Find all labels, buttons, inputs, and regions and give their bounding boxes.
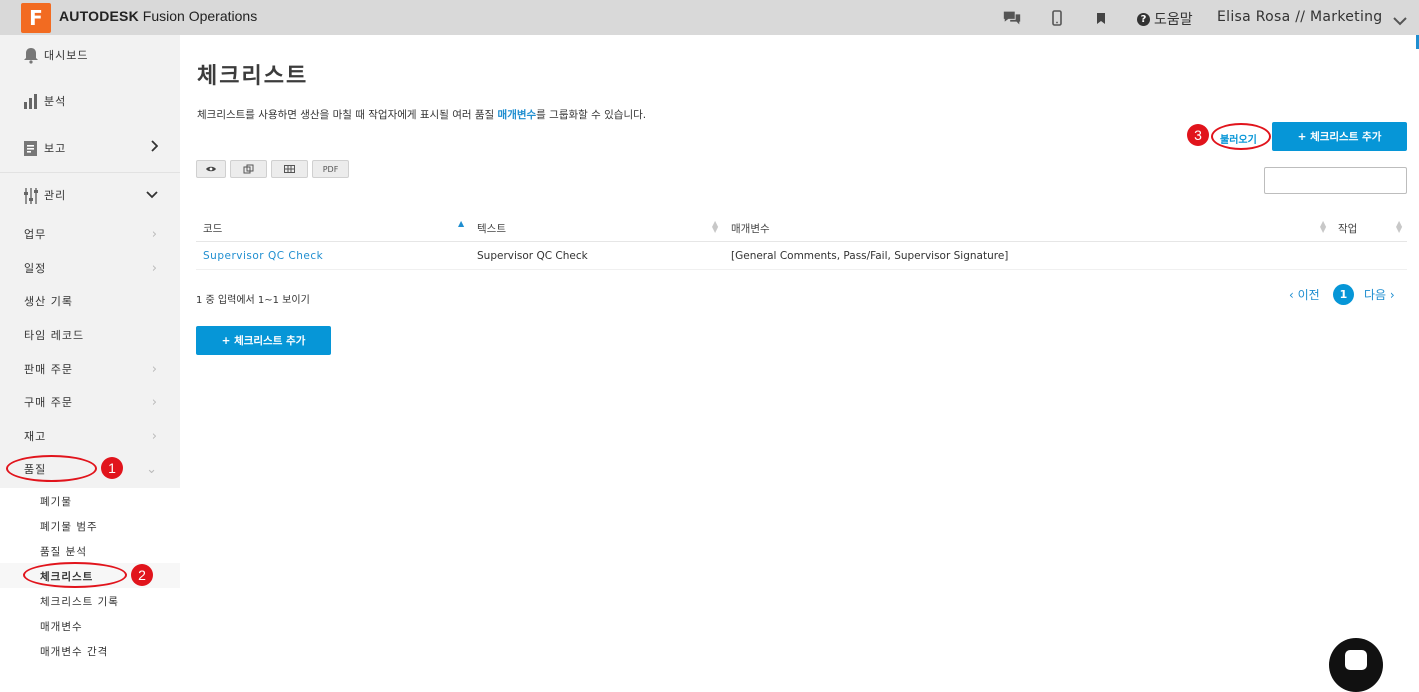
annotation-badge-3: 3 — [1187, 124, 1209, 146]
annotation-oval-checklists — [23, 562, 127, 588]
row-code-link[interactable]: Supervisor QC Check — [203, 250, 323, 262]
pagination-page[interactable]: 1 — [1333, 284, 1354, 305]
sidebar-item-schedule[interactable]: 일정 › — [0, 251, 180, 285]
chevron-right-icon: › — [151, 226, 158, 242]
column-visibility-button[interactable] — [196, 160, 226, 178]
row-parameters: [General Comments, Pass/Fail, Supervisor… — [731, 250, 1009, 262]
sidebar-sub-quality-analysis[interactable]: 품질 분석 — [0, 538, 180, 563]
column-header-text[interactable]: 텍스트 — [477, 221, 506, 236]
copy-icon — [243, 164, 254, 174]
page-description: 체크리스트를 사용하면 생산을 마칠 때 작업자에게 표시될 여러 품질 매개변… — [197, 109, 647, 121]
chevron-right-icon: › — [151, 428, 158, 444]
chat-icon[interactable] — [1002, 8, 1022, 28]
copy-button[interactable] — [230, 160, 267, 178]
sidebar-divider — [0, 172, 180, 173]
help-icon: ? — [1137, 12, 1150, 26]
bell-icon — [23, 47, 39, 67]
sidebar-sub-parameter-intervals[interactable]: 매개변수 간격 — [0, 638, 180, 663]
chevron-down-icon: ⌄ — [146, 461, 158, 477]
sidebar-item-purchase-orders[interactable]: 구매 주문 › — [0, 385, 180, 419]
report-icon — [23, 140, 39, 160]
help-menu[interactable]: ? 도움말 — [1137, 9, 1193, 29]
product-name: Fusion Operations — [142, 8, 258, 24]
support-chat-button[interactable] — [1329, 638, 1383, 692]
chevron-right-icon — [150, 140, 159, 156]
mobile-icon[interactable] — [1047, 8, 1067, 28]
sort-icon[interactable]: ▲ ▼ — [1396, 220, 1402, 234]
eye-icon — [206, 166, 216, 172]
bookmark-icon[interactable] — [1091, 8, 1111, 28]
column-header-actions[interactable]: 작업 — [1338, 221, 1357, 236]
sidebar-item-dashboard[interactable]: 대시보드 — [0, 38, 180, 72]
table-info: 1 중 입력에서 1~1 보이기 — [196, 295, 310, 306]
sidebar-item-time-records[interactable]: 타임 레코드 — [0, 318, 180, 352]
pdf-export-button[interactable]: PDF — [312, 160, 349, 178]
table-icon — [284, 165, 295, 173]
pagination-prev[interactable]: ‹ 이전 — [1289, 286, 1320, 303]
sort-icon[interactable]: ▲ ▼ — [712, 220, 718, 234]
sidebar-sub-scrap[interactable]: 폐기물 — [0, 488, 180, 513]
annotation-badge-2: 2 — [131, 564, 153, 586]
brand-name: AUTODESK — [59, 8, 139, 24]
page-title: 체크리스트 — [197, 64, 309, 89]
sidebar-sub-parameters[interactable]: 매개변수 — [0, 613, 180, 638]
chevron-right-icon: › — [151, 394, 158, 410]
chevron-right-icon: › — [151, 361, 158, 377]
chevron-down-icon[interactable] — [1393, 11, 1407, 30]
sort-asc-icon[interactable]: ▲ — [458, 220, 464, 228]
sidebar-item-admin[interactable]: 관리 — [0, 178, 180, 212]
row-text: Supervisor QC Check — [477, 250, 588, 262]
bar-chart-icon — [23, 93, 39, 113]
sidebar-item-inventory[interactable]: 재고 › — [0, 419, 180, 453]
user-menu[interactable]: Elisa Rosa // Marketing — [1217, 9, 1383, 25]
parameters-link[interactable]: 매개변수 — [498, 109, 537, 121]
search-input[interactable] — [1264, 167, 1407, 194]
fusion-logo[interactable]: F — [21, 3, 51, 33]
help-label: 도움말 — [1154, 12, 1193, 28]
sliders-icon — [23, 187, 39, 208]
chevron-right-icon: › — [151, 260, 158, 276]
sidebar-sub-scrap-categories[interactable]: 폐기물 범주 — [0, 513, 180, 538]
sidebar-item-reports[interactable]: 보고 — [0, 131, 180, 165]
chevron-down-icon — [146, 188, 158, 203]
sort-icon[interactable]: ▲ ▼ — [1320, 220, 1326, 234]
top-bar: F AUTODESK Fusion Operations ? 도움말 Elisa… — [0, 0, 1419, 35]
sidebar-item-tasks[interactable]: 업무 › — [0, 217, 180, 251]
chat-icon — [1345, 650, 1367, 670]
excel-export-button[interactable] — [271, 160, 308, 178]
app-title: AUTODESK Fusion Operations — [59, 8, 257, 24]
column-header-parameters[interactable]: 매개변수 — [731, 221, 770, 236]
sidebar-item-sales-orders[interactable]: 판매 주문 › — [0, 352, 180, 386]
sidebar-item-analysis[interactable]: 분석 — [0, 84, 180, 118]
add-checklist-button-bottom[interactable]: + 체크리스트 추가 — [196, 326, 331, 355]
sidebar-sub-checklist-records[interactable]: 체크리스트 기록 — [0, 588, 180, 613]
table-header-divider — [196, 241, 1407, 242]
sidebar-item-production-records[interactable]: 생산 기록 — [0, 284, 180, 318]
annotation-badge-1: 1 — [101, 457, 123, 479]
pagination-next[interactable]: 다음 › — [1364, 286, 1395, 303]
add-checklist-button-top[interactable]: + 체크리스트 추가 — [1272, 122, 1407, 151]
annotation-oval-quality — [6, 455, 97, 482]
import-link[interactable]: 불러오기 — [1220, 131, 1257, 146]
row-divider — [196, 269, 1407, 270]
column-header-code[interactable]: 코드 — [203, 221, 222, 236]
